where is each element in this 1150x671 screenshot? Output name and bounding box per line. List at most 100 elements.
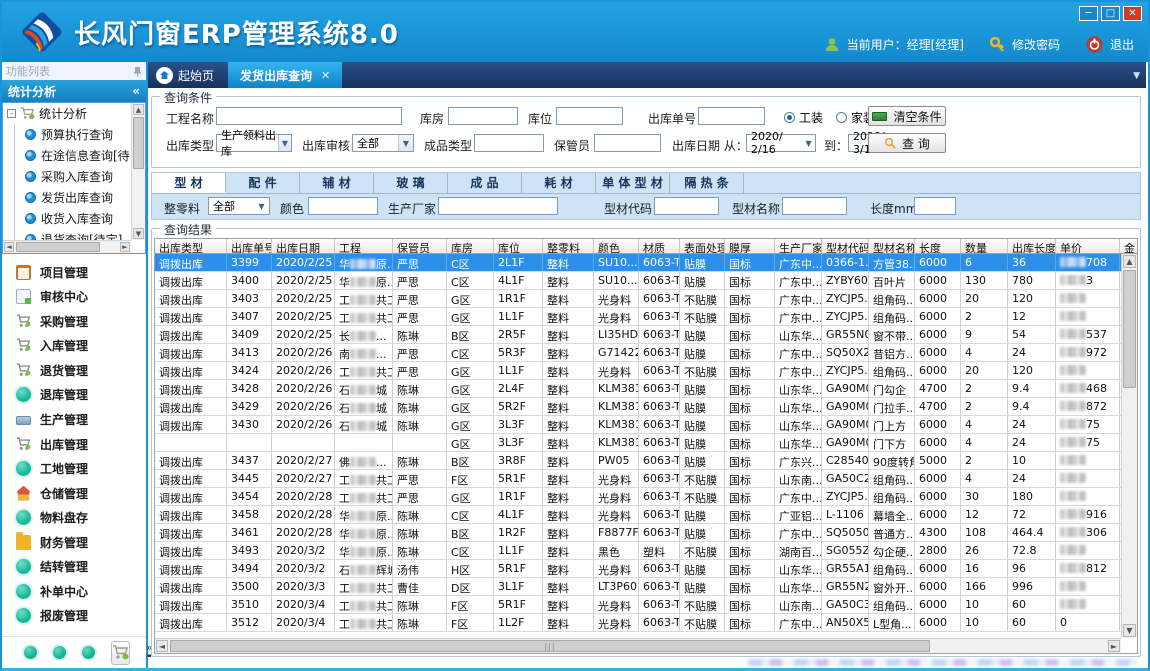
logout-link[interactable]: 退出 [1110, 36, 1134, 53]
color-input[interactable] [308, 197, 378, 215]
table-row[interactable]: G区3L3F整料KLM38176063-T5贴膜国标山东华...GA90M09.… [155, 434, 1121, 452]
sidebar-item-cart-in[interactable]: 入库管理 [16, 337, 146, 354]
table-row[interactable]: 调拨出库34582020/2/28华原...陈琳C区4L1F整料光身料6063-… [155, 506, 1121, 524]
quick-dot-button[interactable] [24, 646, 37, 659]
stats-group-header[interactable]: 统计分析 « [2, 80, 146, 102]
cart-shortcut-button[interactable] [111, 641, 130, 665]
project-name-input[interactable] [216, 107, 402, 125]
column-header[interactable]: 工程 [335, 239, 393, 253]
minimize-button[interactable]: ─ [1079, 6, 1098, 21]
column-header[interactable]: 膜厚 [725, 239, 775, 253]
table-row[interactable]: 调拨出库34032020/2/25工共工程严思G区1R1F整料光身料6063-T… [155, 290, 1121, 308]
tree-horizontal-scrollbar[interactable]: ◄ ► [3, 240, 131, 253]
tab-overflow-icon[interactable]: ▼ [1133, 71, 1140, 81]
column-header[interactable]: 材质 [639, 239, 680, 253]
table-row[interactable]: 调拨出库34942020/3/2石辉城汤伟H区5R1F整料光身料6063-T5贴… [155, 560, 1121, 578]
column-header[interactable]: 颜色 [594, 239, 639, 253]
close-button[interactable]: ✕ [1123, 6, 1142, 21]
material-tab-3[interactable]: 玻 璃 [374, 173, 448, 193]
table-row[interactable]: 调拨出库34372020/2/27佛...陈琳B区3R8F整料PW056063-… [155, 452, 1121, 470]
column-header[interactable]: 生产厂家 [775, 239, 822, 253]
column-header[interactable]: 数量 [961, 239, 1008, 253]
column-header[interactable]: 长度 [915, 239, 961, 253]
date-from-select[interactable]: 2020/ 2/16▼ [746, 134, 816, 152]
table-row[interactable]: 调拨出库34002020/2/25华原...严思C区4L1F整料SU10...6… [155, 272, 1121, 290]
grid-vertical-scrollbar[interactable]: ▲ ▼ [1121, 254, 1137, 638]
table-row[interactable]: 调拨出库34092020/2/25长...陈琳B区2R5F整料LI35HD606… [155, 326, 1121, 344]
tree-item[interactable]: 在途信息查询[待 [3, 145, 131, 166]
column-header[interactable]: 出库类型 [155, 239, 227, 253]
clear-conditions-button[interactable]: 清空条件 [868, 106, 946, 126]
column-header[interactable]: 库房 [447, 239, 494, 253]
close-tab-icon[interactable]: ✕ [321, 69, 330, 82]
column-header[interactable]: 型材代码 [822, 239, 869, 253]
tree-item[interactable]: 收货入库查询 [3, 208, 131, 229]
column-header[interactable]: 金 [1120, 239, 1138, 253]
table-row[interactable]: 调拨出库33992020/2/25华原...严思C区2L1F整料SU10...6… [155, 254, 1121, 272]
table-row[interactable]: 调拨出库34072020/2/25工共工程严思G区1L1F整料光身料6063-T… [155, 308, 1121, 326]
column-header[interactable]: 库位 [494, 239, 543, 253]
sidebar-item-production[interactable]: 生产管理 [16, 411, 146, 428]
tree-vertical-scrollbar[interactable]: ▲ ▼ [131, 103, 145, 240]
tree-item[interactable]: 发货出库查询 [3, 187, 131, 208]
sidebar-item-finance[interactable]: 财务管理 [16, 534, 146, 551]
profile-name-input[interactable] [782, 197, 847, 215]
tree-item[interactable]: 退货查询[待定] [3, 229, 131, 240]
whole-piece-select[interactable]: 全部▼ [208, 197, 270, 215]
change-password-link[interactable]: 修改密码 [1012, 36, 1060, 53]
radio-gongzhuang[interactable]: 工装 [784, 109, 823, 126]
product-type-input[interactable] [474, 134, 544, 152]
tree-expander-icon[interactable]: - [7, 109, 16, 118]
material-tab-4[interactable]: 成 品 [448, 173, 522, 193]
table-row[interactable]: 调拨出库34292020/2/26石城陈琳G区5R2F整料KLM38176063… [155, 398, 1121, 416]
table-row[interactable]: 调拨出库34612020/2/28华原...陈琳B区1R2F整料F8877FT6… [155, 524, 1121, 542]
tree-item[interactable]: 预算执行查询 [3, 124, 131, 145]
table-row[interactable]: 调拨出库35002020/3/3工共工程曹佳D区3L1F整料LT3P606063… [155, 578, 1121, 596]
profile-code-input[interactable] [654, 197, 719, 215]
length-input[interactable] [914, 197, 956, 215]
location-input[interactable] [556, 107, 623, 125]
tab-home[interactable]: 起始页 [148, 62, 228, 88]
sidebar-item-circle[interactable]: 工地管理 [16, 460, 146, 477]
sidebar-item-document[interactable]: 审核中心 [16, 288, 146, 305]
sidebar-item-circle[interactable]: 报废管理 [16, 607, 146, 624]
material-tab-1[interactable]: 配 件 [226, 173, 300, 193]
material-tab-2[interactable]: 辅 材 [300, 173, 374, 193]
column-header[interactable]: 单价 [1056, 239, 1120, 253]
warehouse-input[interactable] [448, 107, 518, 125]
table-row[interactable]: 调拨出库34542020/2/28工共工程严思G区1R1F整料光身料6063-T… [155, 488, 1121, 506]
tree-item[interactable]: 采购入库查询 [3, 166, 131, 187]
column-header[interactable]: 型材名称 [869, 239, 915, 253]
column-header[interactable]: 出库日期 [272, 239, 335, 253]
table-row[interactable]: 调拨出库34132020/2/26南...严思C区5R3F整料G71422606… [155, 344, 1121, 362]
sidebar-item-circle[interactable]: 物料盘存 [16, 509, 146, 526]
sidebar-item-cart-return[interactable]: 退货管理 [16, 362, 146, 379]
sidebar-item-warehouse[interactable]: 仓储管理 [16, 485, 146, 502]
table-row[interactable]: 调拨出库34932020/3/2华原...陈琳C区1L1F整料黑色塑料不贴膜国标… [155, 542, 1121, 560]
collapse-icon[interactable]: « [132, 84, 140, 98]
pin-icon[interactable] [133, 66, 142, 77]
quick-dot-button[interactable] [53, 646, 66, 659]
sidebar-item-circle[interactable]: 补单中心 [16, 583, 146, 600]
sidebar-item-cart-out[interactable]: 出库管理 [16, 436, 146, 453]
table-row[interactable]: 调拨出库34302020/2/26石城陈琳G区3L3F整料KLM38176063… [155, 416, 1121, 434]
tab-shipping-query[interactable]: 发货出库查询 ✕ [228, 62, 342, 88]
maximize-button[interactable]: □ [1101, 6, 1120, 21]
sidebar-item-circle[interactable]: 退库管理 [16, 386, 146, 403]
column-header[interactable]: 保管员 [393, 239, 447, 253]
table-row[interactable]: 调拨出库34242020/2/26工共工程严思G区1L1F整料光身料6063-T… [155, 362, 1121, 380]
material-tab-5[interactable]: 耗 材 [522, 173, 596, 193]
material-tab-7[interactable]: 隔 热 条 [670, 173, 744, 193]
keeper-input[interactable] [594, 134, 661, 152]
material-tab-0[interactable]: 型 材 [152, 173, 226, 193]
out-type-select[interactable]: 生产领料出库▼ [216, 134, 292, 152]
grid-horizontal-scrollbar[interactable]: ◄ ||| ► [155, 638, 1121, 653]
sidebar-item-cart[interactable]: 采购管理 [16, 313, 146, 330]
column-header[interactable]: 表面处理 [680, 239, 725, 253]
tree-root-stats[interactable]: - 统计分析 [3, 103, 131, 124]
search-button[interactable]: 查 询 [868, 133, 946, 153]
column-header[interactable]: 整零料 [543, 239, 594, 253]
table-row[interactable]: 调拨出库34452020/2/27工共工程严思F区5R1F整料光身料6063-T… [155, 470, 1121, 488]
table-row[interactable]: 调拨出库35102020/3/4工共工程陈琳F区5R1F整料光身料6063-T5… [155, 596, 1121, 614]
table-row[interactable]: 调拨出库34282020/2/26石城陈琳G区2L4F整料KLM38176063… [155, 380, 1121, 398]
